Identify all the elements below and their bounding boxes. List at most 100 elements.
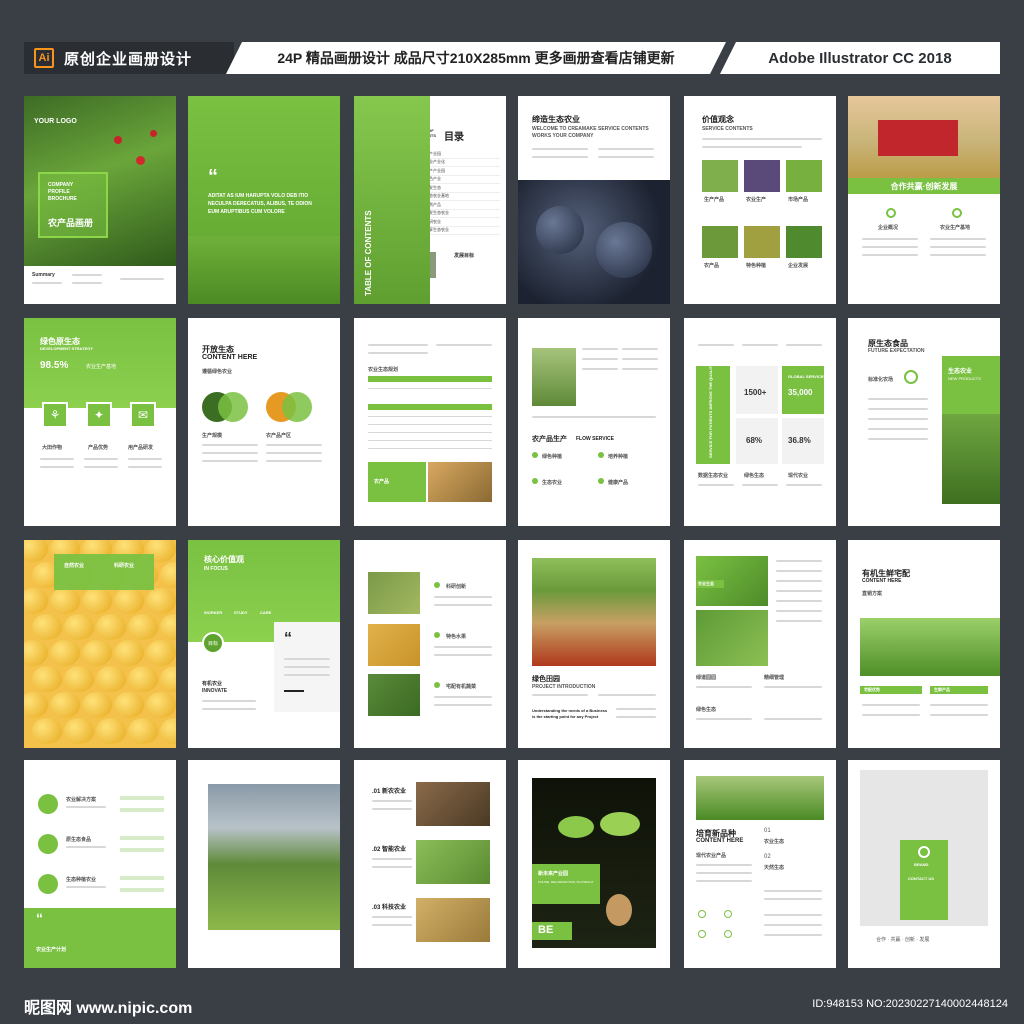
toc-item[interactable]: 科研农业 — [430, 218, 500, 227]
page-core-values[interactable]: 核心价值观 IN FOCUS WORKER STUDY CARE 目标 “ 有机… — [188, 540, 340, 748]
text-line — [786, 484, 822, 486]
toc-item[interactable]: 生产产业园 — [430, 167, 500, 176]
table-row — [368, 388, 492, 389]
text-line — [66, 846, 106, 848]
text-line — [532, 148, 588, 150]
contents-cn: 目录 — [444, 132, 464, 143]
page-back-cover[interactable]: BRAND CONTACT US 合作 · 共赢 · 创新 · 发展 — [848, 760, 1000, 968]
text-line — [202, 708, 256, 710]
farm-label: 精细管理 — [764, 675, 785, 681]
text-line — [702, 138, 822, 140]
toc-item[interactable]: 生态农业基地 — [430, 193, 500, 201]
text-line — [698, 344, 734, 346]
icon-label: 大田作物 — [42, 445, 63, 451]
text-line — [84, 458, 118, 460]
breeding-num: 01 — [764, 828, 771, 834]
value-label: 生产产品 — [704, 197, 725, 203]
people-icon — [38, 874, 58, 894]
text-line — [764, 898, 822, 900]
terrace-photo — [942, 414, 1000, 504]
page-contents-left[interactable]: TABLE OF CONTENTS — [354, 96, 430, 304]
page-steps[interactable]: .01 新农农业 .02 智能农业 .03 科技农业 — [354, 760, 506, 968]
berry — [596, 222, 652, 278]
lemon — [50, 640, 80, 666]
field-sub: PROJECT INTRODUCTION — [532, 684, 596, 690]
page-contents-right[interactable]: TABLE OF CONTENTS 目录 当产业园农业产业化生产产业园绿色产业开… — [430, 96, 506, 304]
text-line — [930, 254, 986, 256]
text-line — [266, 452, 322, 454]
stats-label: 数据生态农业 — [698, 473, 729, 479]
text-line — [436, 344, 492, 346]
page-lemons[interactable]: 自然农业 科研农业 — [24, 540, 176, 748]
text-line — [532, 694, 588, 696]
text-line — [776, 560, 822, 562]
table-title: 农业生态规划 — [368, 367, 399, 373]
text-line — [372, 800, 412, 802]
page-cover[interactable]: YOUR LOGO COMPANY PROFILE BROCHURE 农产品画册… — [24, 96, 176, 304]
page-farmland[interactable]: 农业生态 绿道园园 精细管理 绿色生态 — [684, 540, 836, 748]
core-sub2: INNOVATE — [202, 688, 228, 694]
banner-center-title: 24P 精品画册设计 成品尺寸210X285mm 更多画册查看店铺更新 — [226, 42, 726, 74]
toc-item[interactable]: 共享生态农业 — [430, 227, 500, 235]
progress-bar — [120, 808, 164, 812]
page-green-field[interactable]: 绿色田园 PROJECT INTRODUCTION Understanding … — [518, 540, 670, 748]
text-line — [84, 466, 118, 468]
text-line — [764, 924, 822, 926]
lemon — [96, 614, 126, 640]
page-values[interactable]: 价值观念 SERVICE CONTENTS 生产产品 农业生产 市场产品 农产品… — [684, 96, 836, 304]
page-landscape[interactable] — [188, 760, 340, 968]
page-open-ecology[interactable]: 开放生态 CONTENT HERE 遵循绿色农业 生产规模 农产品产区 — [188, 318, 340, 526]
page-ecology[interactable]: 缔造生态农业 WELCOME TO CREAMAKE SERVICE CONTE… — [518, 96, 670, 304]
toc-item[interactable]: 当产业园 — [430, 150, 500, 159]
text-line — [202, 452, 258, 454]
text-line — [266, 460, 322, 462]
text-line — [622, 358, 658, 360]
ecology-sub2: WORKS YOUR COMPANY — [532, 133, 594, 139]
lemon — [24, 540, 48, 562]
text-line — [284, 666, 330, 668]
page-sprout[interactable]: 新未来产业园 ONLINE, RELUMNAR RUN, PLAYRIGHT B… — [518, 760, 670, 968]
cover-line2: PROFILE — [48, 189, 70, 195]
page-stats[interactable]: SERVICE FOR PATIENTS IMPROVE THE QUALITY… — [684, 318, 836, 526]
lemon — [32, 614, 62, 640]
page-raw-food[interactable]: 原生态食品 FUTURE EXPECTATION 标准化农场 生态农业 NEW … — [848, 318, 1000, 526]
toc-item[interactable]: 天然产品 — [430, 201, 500, 210]
page-organic[interactable]: 有机生鲜宅配 CONTENT HERE 直销方案 宅配优势 生鲜产品 — [848, 540, 1000, 748]
page-breeding[interactable]: 培育新品种 CONTENT HERE 现代农业产品 01 农业生态 02 天然生… — [684, 760, 836, 968]
page-harvester[interactable]: 合作共赢·创新发展 企业概况 农业生产基地 — [848, 96, 1000, 304]
text-line — [40, 466, 74, 468]
watermark-logo[interactable]: 昵图网 www.nipic.com — [24, 994, 192, 1018]
text-line — [284, 658, 330, 660]
text-line — [128, 458, 162, 460]
page-green-strategy[interactable]: 绿色原生态 DEVELOPMENT STRATEGY 98.5% 农业生产基地 … — [24, 318, 176, 526]
be-badge: BE — [538, 924, 554, 936]
organic-sub: 直销方案 — [862, 591, 883, 597]
text-line — [120, 278, 164, 280]
toc-item[interactable]: 开发生态农业 — [430, 210, 500, 218]
seed-shape — [606, 894, 632, 926]
text-line — [868, 408, 928, 410]
page-flow[interactable]: 农产品生产 FLOW SERVICE 绿色种植 培养种植 生态农业 健康产品 — [518, 318, 670, 526]
text-line — [776, 580, 822, 582]
page-innovation[interactable]: 科研创新 特色水果 宅配有机蔬菜 — [354, 540, 506, 748]
page-solutions[interactable]: 农业解决方案 原生态食品 生态种植农业 “ 农业生产计划 — [24, 760, 176, 968]
text-line — [776, 570, 822, 572]
toc-item[interactable]: 农业产业化 — [430, 159, 500, 167]
text-line — [622, 348, 658, 350]
toc-item[interactable]: 绿色产业 — [430, 176, 500, 184]
value-label: 农业生产 — [746, 197, 767, 203]
page-table[interactable]: 农业生态规划 农产品 — [354, 318, 506, 526]
page-quote[interactable]: “ ADITAT AS IUM HARUPTA VOLO DEB ITIO NE… — [188, 96, 340, 304]
text-line — [284, 674, 330, 676]
progress-bar — [120, 876, 164, 880]
progress-bar — [120, 888, 164, 892]
watermark-id: ID:948153 NO:20230227140002448124 — [812, 998, 1008, 1010]
green-box — [942, 356, 1000, 414]
solutions-footer-label: 农业生产计划 — [36, 947, 67, 953]
text-line — [930, 246, 986, 248]
share-icon: ⚘ — [42, 402, 68, 428]
toc-item[interactable]: 开发生态 — [430, 184, 500, 193]
tea-photo — [532, 348, 576, 406]
green-circle — [218, 392, 248, 422]
banner-left: Ai 原创企业画册设计 — [24, 42, 234, 74]
